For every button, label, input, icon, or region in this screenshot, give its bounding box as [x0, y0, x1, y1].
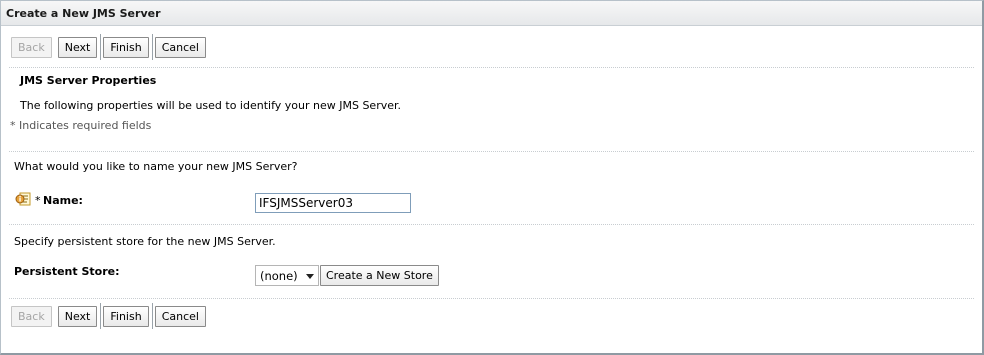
- name-input[interactable]: [255, 193, 411, 213]
- finish-button[interactable]: Finish: [103, 36, 149, 58]
- finish-button[interactable]: Finish: [103, 305, 149, 327]
- button-separator: [100, 303, 102, 329]
- next-button[interactable]: Next: [57, 305, 98, 327]
- required-fields-note: * Indicates required fields: [10, 119, 152, 132]
- persistent-store-label: Persistent Store:: [14, 265, 120, 278]
- divider: [9, 298, 974, 299]
- persistent-store-select[interactable]: (none): [255, 265, 319, 286]
- create-jms-server-panel: Create a New JMS Server Back Next Finish…: [0, 0, 984, 355]
- cancel-button[interactable]: Cancel: [154, 305, 206, 327]
- store-description: Specify persistent store for the new JMS…: [14, 235, 276, 248]
- required-marker: *: [35, 194, 41, 207]
- back-button: Back: [11, 36, 52, 58]
- persistent-store-selected-value: (none): [260, 268, 298, 283]
- next-button[interactable]: Next: [57, 36, 98, 58]
- section-description: The following properties will be used to…: [20, 99, 401, 112]
- chevron-down-icon: [306, 274, 314, 279]
- section-title: JMS Server Properties: [20, 74, 157, 87]
- divider: [9, 67, 974, 68]
- top-button-bar: Back Next Finish Cancel: [11, 34, 212, 60]
- name-question: What would you like to name your new JMS…: [14, 160, 298, 173]
- back-button: Back: [11, 305, 52, 327]
- button-separator: [151, 34, 153, 60]
- divider: [9, 151, 974, 152]
- panel-title: Create a New JMS Server: [1, 1, 982, 26]
- name-label: Name:: [43, 194, 83, 207]
- help-info-icon[interactable]: [15, 192, 31, 206]
- button-separator: [100, 34, 102, 60]
- bottom-button-bar: Back Next Finish Cancel: [11, 303, 212, 329]
- create-new-store-button[interactable]: Create a New Store: [320, 265, 439, 286]
- button-separator: [151, 303, 153, 329]
- cancel-button[interactable]: Cancel: [154, 36, 206, 58]
- divider: [9, 224, 974, 225]
